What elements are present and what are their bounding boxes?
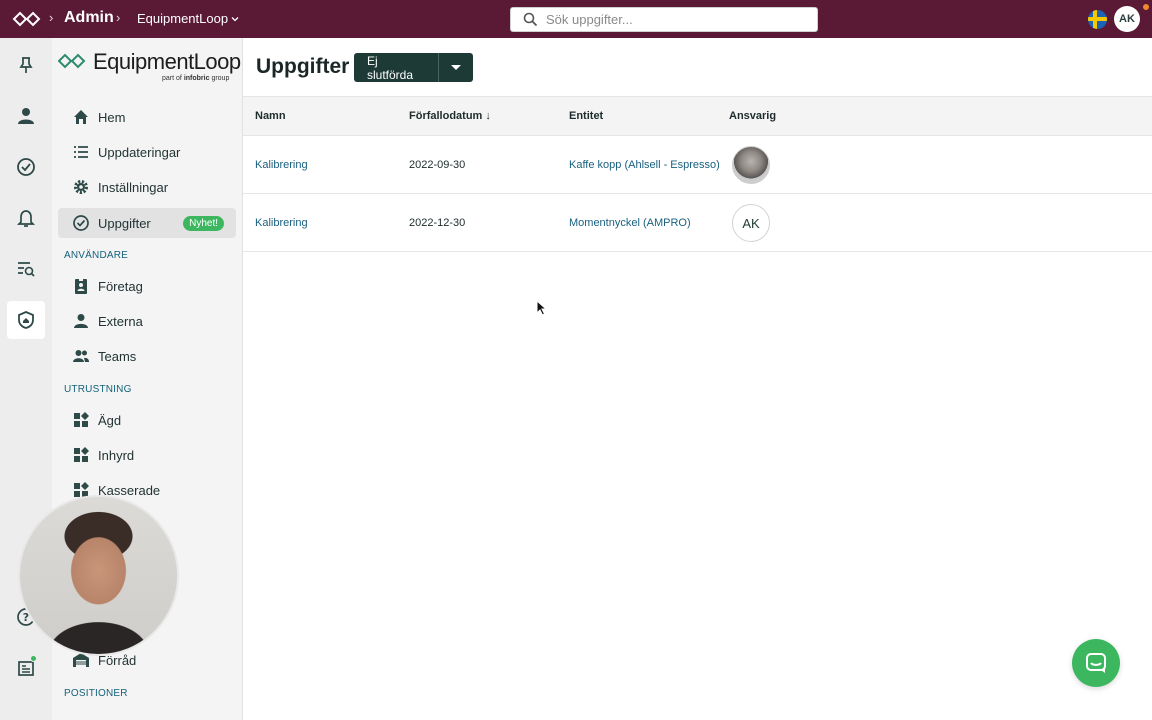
task-entity-link[interactable]: Momentnyckel (AMPRO) [569,217,691,229]
nav-item-uppgifter[interactable]: Uppgifter Nyhet! [58,208,236,238]
chevron-right-icon: › [49,10,54,25]
nav-item-label: Teams [98,348,137,364]
pin-icon [19,57,33,73]
nav-item-foretag[interactable]: Företag [58,271,236,301]
nav-item-agd[interactable]: Ägd [58,405,236,435]
task-name-link[interactable]: Kalibrering [255,217,308,229]
section-heading-users: ANVÄNDARE [64,250,129,261]
table-row[interactable]: Kalibrering 2022-12-30 Momentnyckel (AMP… [243,194,1152,252]
chevron-right-icon: › [116,10,121,25]
nav-item-hem[interactable]: Hem [58,102,236,132]
brand-logo-icon[interactable] [58,52,88,70]
widgets-icon [72,446,90,464]
person-icon [72,312,90,330]
news-indicator-dot [30,655,37,662]
notification-dot [1143,4,1149,10]
nav-item-label: Företag [98,278,143,294]
page-title: Uppgifter [256,55,350,78]
status-filter-dropdown-toggle[interactable] [439,53,473,82]
caret-down-icon [451,64,461,70]
new-badge: Nyhet! [183,215,224,231]
assignee-avatar[interactable]: AK [732,204,770,242]
nav-item-label: Externa [98,313,143,329]
nav-item-uppdateringar[interactable]: Uppdateringar [58,137,236,167]
check-circle-icon [72,214,90,232]
top-bar: › Admin › EquipmentLoop AK [0,0,1152,38]
chat-launcher-button[interactable] [1072,639,1120,687]
task-due-date: 2022-12-30 [409,217,466,229]
webcam-overlay [18,495,179,656]
column-header-assignee[interactable]: Ansvarig [729,110,776,122]
list-icon [72,143,90,161]
list-search-icon [18,262,35,277]
nav-item-label: Ägd [98,412,122,428]
equipmentloop-logo-icon[interactable] [12,9,42,34]
people-icon [72,347,90,365]
mouse-cursor-icon [536,300,548,316]
task-name-link[interactable]: Kalibrering [255,159,308,171]
nav-item-teams[interactable]: Teams [58,341,236,371]
column-header-name[interactable]: Namn [255,110,286,122]
column-header-due-date[interactable]: Förfallodatum ↓ [409,110,491,122]
section-heading-positions: POSITIONER [64,688,128,699]
nav-item-label: Inställningar [98,179,169,195]
tasks-table: Namn Förfallodatum ↓ Entitet Ansvarig Ka… [243,96,1152,252]
status-filter-label: Ej slutförda [367,53,414,82]
widgets-icon [72,411,90,429]
rail-notifications-button[interactable] [7,199,45,237]
rail-news-button[interactable] [7,649,45,687]
rail-pin-button[interactable] [7,46,45,84]
assignee-avatar[interactable] [732,146,770,184]
nav-item-label: Uppdateringar [98,144,181,160]
nav-item-externa[interactable]: Externa [58,306,236,336]
brand-subtitle: part of infobric group [162,75,230,82]
task-due-date: 2022-09-30 [409,159,466,171]
rail-admin-button[interactable] [7,301,45,339]
nav-item-inhyrd[interactable]: Inhyrd [58,440,236,470]
rail-user-button[interactable] [7,97,45,135]
nav-item-label: Hem [98,109,126,125]
status-filter-button[interactable]: Ej slutförda [354,53,439,82]
status-filter-split-button: Ej slutförda [354,53,473,82]
chat-icon [1086,653,1106,673]
org-switcher[interactable]: EquipmentLoop [137,11,239,26]
swedish-flag-icon[interactable] [1088,10,1107,29]
column-header-entity[interactable]: Entitet [569,110,603,122]
search-box[interactable] [510,7,818,32]
home-icon [72,108,90,126]
company-badge-icon [72,277,90,295]
org-switcher-label: EquipmentLoop [137,11,229,26]
nav-item-label: Inhyrd [98,447,135,463]
bell-icon [16,210,36,227]
section-heading-equipment: UTRUSTNING [64,384,132,395]
person-icon [18,108,34,124]
user-avatar[interactable]: AK [1114,6,1140,32]
check-circle-icon [17,158,35,176]
search-icon [523,12,538,27]
table-row[interactable]: Kalibrering 2022-09-30 Kaffe kopp (Ahlse… [243,136,1152,194]
nav-item-installningar[interactable]: Inställningar [58,172,236,202]
nav-item-label: Uppgifter [98,215,151,231]
search-input[interactable] [546,12,796,27]
brand-name: EquipmentLoop [93,49,241,74]
task-entity-link[interactable]: Kaffe kopp (Ahlsell - Espresso) [569,159,720,171]
gear-icon [72,178,90,196]
table-header: Namn Förfallodatum ↓ Entitet Ansvarig [243,96,1152,136]
breadcrumb-admin[interactable]: Admin [64,9,114,27]
rail-search-list-button[interactable] [7,250,45,288]
shield-icon [18,311,34,329]
chevron-down-icon [231,16,239,21]
rail-tasks-button[interactable] [7,148,45,186]
